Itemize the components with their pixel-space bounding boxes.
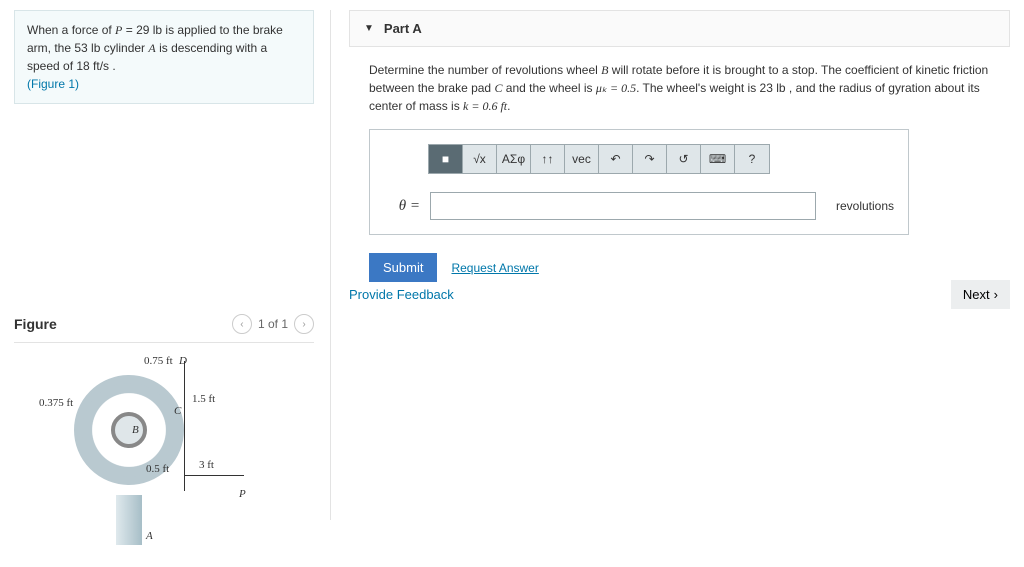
arrows-button[interactable]: ↑↑ bbox=[531, 145, 565, 173]
instr-3: and the wheel is bbox=[502, 81, 595, 95]
reset-button[interactable]: ↺ bbox=[667, 145, 701, 173]
figure-header: Figure ‹ 1 of 1 › bbox=[14, 314, 314, 343]
keyboard-button[interactable]: ⌨ bbox=[701, 145, 735, 173]
label-P: P bbox=[239, 488, 246, 500]
label-C: C bbox=[174, 405, 181, 417]
root-icon: √x bbox=[473, 152, 486, 166]
redo-icon: ↷ bbox=[644, 152, 654, 166]
dim-075: 0.75 ft bbox=[144, 355, 173, 367]
p-value: = 29 lb bbox=[122, 23, 162, 37]
figure-link[interactable]: (Figure 1) bbox=[27, 75, 301, 93]
vec-button[interactable]: vec bbox=[565, 145, 599, 173]
brake-arm-line bbox=[184, 361, 185, 491]
var-A: A bbox=[148, 41, 155, 55]
chevron-right-icon: › bbox=[994, 287, 998, 302]
answer-box: ■ √x ΑΣφ ↑↑ vec ↶ ↷ ↺ ⌨ ? θ = revolution… bbox=[369, 129, 909, 235]
dim-05: 0.5 ft bbox=[146, 463, 169, 475]
label-D: D bbox=[179, 355, 187, 367]
next-label: Next bbox=[963, 287, 990, 302]
problem-statement: When a force of P = 29 lb is applied to … bbox=[14, 10, 314, 104]
template-button[interactable]: ■ bbox=[429, 145, 463, 173]
collapse-caret-icon: ▼ bbox=[364, 23, 374, 34]
dim-15: 1.5 ft bbox=[192, 393, 215, 405]
mu-val: μₖ = 0.5 bbox=[596, 81, 636, 95]
part-title: Part A bbox=[384, 21, 422, 36]
figure-title: Figure bbox=[14, 316, 57, 332]
unit-label: revolutions bbox=[836, 199, 894, 213]
arrows-icon: ↑↑ bbox=[542, 152, 554, 166]
next-button[interactable]: Next › bbox=[951, 280, 1010, 309]
instr-1: Determine the number of revolutions whee… bbox=[369, 63, 601, 77]
k-val: k = 0.6 ft bbox=[463, 99, 507, 113]
undo-button[interactable]: ↶ bbox=[599, 145, 633, 173]
diagram: 0.75 ft D 1.5 ft 0.375 ft B C 0.5 ft 3 f… bbox=[44, 355, 254, 555]
cylinder-A bbox=[116, 495, 142, 545]
redo-button[interactable]: ↷ bbox=[633, 145, 667, 173]
square-icon: ■ bbox=[442, 152, 449, 166]
figure-prev-button[interactable]: ‹ bbox=[232, 314, 252, 334]
figure-next-button[interactable]: › bbox=[294, 314, 314, 334]
vec-label: vec bbox=[572, 152, 591, 166]
help-button[interactable]: ? bbox=[735, 145, 769, 173]
figure-nav: ‹ 1 of 1 › bbox=[232, 314, 314, 334]
reset-icon: ↺ bbox=[678, 152, 688, 166]
figure-body: 0.75 ft D 1.5 ft 0.375 ft B C 0.5 ft 3 f… bbox=[14, 343, 314, 567]
root-button[interactable]: √x bbox=[463, 145, 497, 173]
request-answer-link[interactable]: Request Answer bbox=[451, 261, 538, 275]
submit-button[interactable]: Submit bbox=[369, 253, 437, 282]
lever-arm bbox=[184, 475, 244, 476]
dim-3: 3 ft bbox=[199, 459, 214, 471]
greek-icon: ΑΣφ bbox=[502, 152, 525, 166]
undo-icon: ↶ bbox=[610, 152, 620, 166]
keyboard-icon: ⌨ bbox=[709, 152, 726, 166]
theta-label: θ = bbox=[384, 198, 420, 215]
help-icon: ? bbox=[749, 152, 756, 166]
hub bbox=[111, 412, 147, 448]
equation-toolbar: ■ √x ΑΣφ ↑↑ vec ↶ ↷ ↺ ⌨ ? bbox=[428, 144, 770, 174]
answer-input[interactable] bbox=[430, 192, 816, 220]
part-header[interactable]: ▼ Part A bbox=[349, 10, 1010, 47]
provide-feedback-link[interactable]: Provide Feedback bbox=[349, 287, 454, 302]
submit-label: Submit bbox=[383, 260, 423, 275]
greek-button[interactable]: ΑΣφ bbox=[497, 145, 531, 173]
dim-0375: 0.375 ft bbox=[39, 397, 73, 409]
instr-5: . bbox=[507, 99, 510, 113]
label-B: B bbox=[132, 424, 139, 436]
instruction: Determine the number of revolutions whee… bbox=[349, 47, 1010, 129]
problem-text-1: When a force of bbox=[27, 23, 115, 37]
figure-count: 1 of 1 bbox=[258, 317, 288, 331]
